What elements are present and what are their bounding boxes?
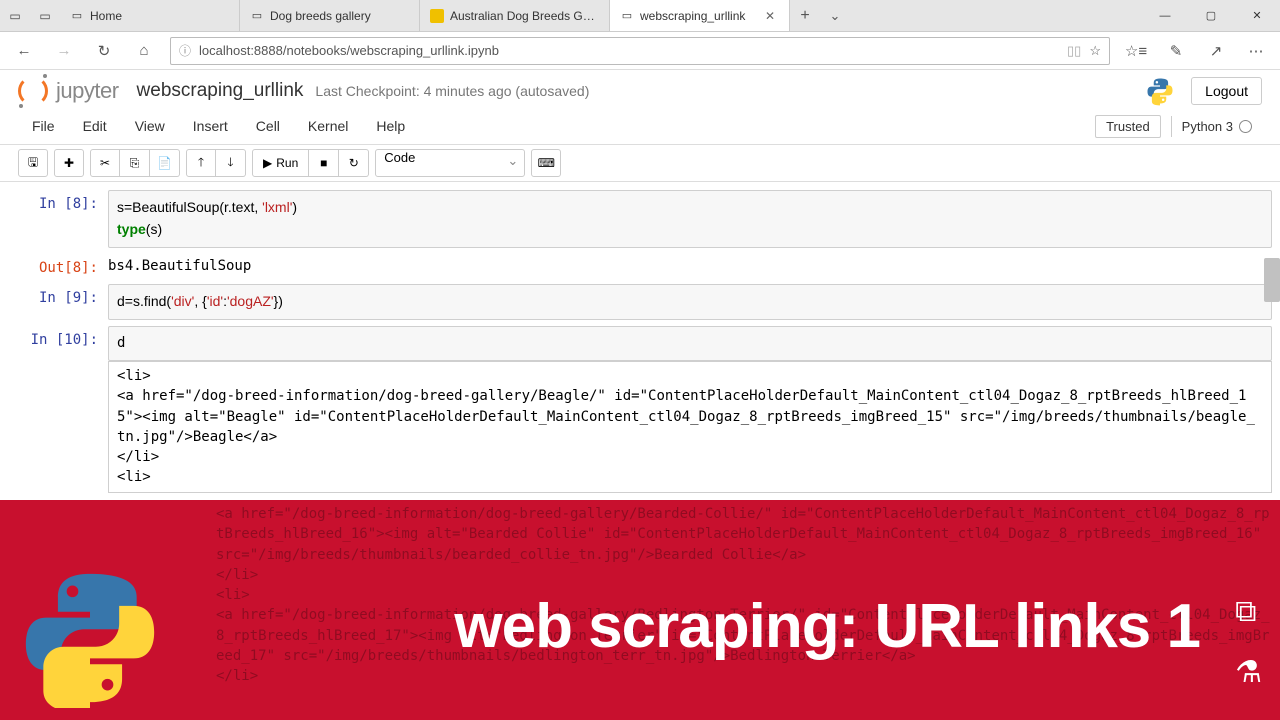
- back-button[interactable]: ←: [6, 34, 42, 68]
- copy-button[interactable]: ⎘: [120, 149, 150, 177]
- close-tab-icon[interactable]: ✕: [761, 9, 779, 23]
- checkpoint-text: Last Checkpoint: 4 minutes ago (autosave…: [315, 83, 589, 99]
- new-tab-button[interactable]: +: [790, 0, 820, 31]
- notebook-title[interactable]: webscraping_urllink: [137, 80, 304, 102]
- tab-label: Dog breeds gallery: [270, 9, 409, 23]
- browser-tabbar: ▭ ▭ ▭ Home ▭ Dog breeds gallery Australi…: [0, 0, 1280, 32]
- copy-icon: ⧉: [1235, 595, 1262, 629]
- info-icon: ⓘ: [179, 42, 191, 59]
- site-icon: [430, 9, 444, 23]
- tab-group-icon[interactable]: ▭: [0, 0, 30, 31]
- favorites-icon[interactable]: ☆≡: [1118, 34, 1154, 68]
- scrollbar-thumb[interactable]: [1264, 258, 1280, 302]
- share-icon[interactable]: ↗: [1198, 34, 1234, 68]
- page-icon: ▭: [620, 9, 634, 23]
- flask-icon: ⚗: [1235, 655, 1262, 690]
- reading-icon[interactable]: ▯▯: [1067, 43, 1081, 59]
- restart-button[interactable]: ↻: [339, 149, 369, 177]
- menu-kernel[interactable]: Kernel: [294, 112, 362, 140]
- code-cell-8[interactable]: In [8]: s=BeautifulSoup(r.text, 'lxml') …: [8, 190, 1272, 248]
- menu-cell[interactable]: Cell: [242, 112, 294, 140]
- tab-australian[interactable]: Australian Dog Breeds Galle: [420, 0, 610, 31]
- tab-label: webscraping_urllink: [640, 9, 755, 23]
- jupyter-logo[interactable]: jupyter: [18, 76, 119, 106]
- menu-bar: File Edit View Insert Cell Kernel Help T…: [0, 108, 1280, 145]
- page-icon: ▭: [70, 9, 84, 23]
- out-prompt: Out[8]:: [8, 254, 108, 278]
- stop-button[interactable]: ■: [309, 149, 339, 177]
- toolbar: 🖫 ✚ ✂ ⎘ 📄 🡑 🡓 ▶ Run ■ ↻ Code ⌨: [0, 145, 1280, 182]
- kernel-name: Python 3: [1182, 119, 1233, 134]
- cell-type-select[interactable]: Code: [375, 149, 525, 177]
- output-html: <li> <a href="/dog-breed-information/dog…: [108, 361, 1272, 493]
- jupyter-orb-icon: [18, 76, 48, 106]
- url-input[interactable]: ⓘ localhost:8888/notebooks/webscraping_u…: [170, 37, 1110, 65]
- banner-title: web scraping: URL links 1: [454, 591, 1200, 662]
- in-prompt: In [9]:: [8, 284, 108, 320]
- jupyter-header: jupyter webscraping_urllink Last Checkpo…: [0, 70, 1280, 108]
- menu-view[interactable]: View: [121, 112, 179, 140]
- forward-button[interactable]: →: [46, 34, 82, 68]
- window-maximize[interactable]: ▢: [1188, 0, 1234, 31]
- run-button[interactable]: ▶ Run: [252, 149, 309, 177]
- page-icon: ▭: [250, 9, 264, 23]
- menu-file[interactable]: File: [18, 112, 69, 140]
- run-label: Run: [276, 156, 298, 170]
- kernel-indicator[interactable]: Python 3: [1171, 116, 1262, 137]
- kernel-status-icon: [1239, 120, 1252, 133]
- address-bar: ← → ↻ ⌂ ⓘ localhost:8888/notebooks/websc…: [0, 32, 1280, 70]
- in-prompt: In [8]:: [8, 190, 108, 248]
- move-down-button[interactable]: 🡓: [216, 149, 246, 177]
- code-cell-9[interactable]: In [9]: d=s.find('div', {'id':'dogAZ'}): [8, 284, 1272, 320]
- tab-notebook-active[interactable]: ▭ webscraping_urllink ✕: [610, 0, 790, 31]
- python-logo-icon: [20, 568, 160, 708]
- window-close[interactable]: ✕: [1234, 0, 1280, 31]
- menu-edit[interactable]: Edit: [69, 112, 121, 140]
- tab-gallery[interactable]: ▭ Dog breeds gallery: [240, 0, 420, 31]
- more-icon[interactable]: ⋯: [1238, 34, 1274, 68]
- tab-label: Home: [90, 9, 229, 23]
- add-cell-button[interactable]: ✚: [54, 149, 84, 177]
- tab-label: Australian Dog Breeds Galle: [450, 9, 599, 23]
- code-cell-10[interactable]: In [10]: d <li> <a href="/dog-breed-info…: [8, 326, 1272, 493]
- cut-button[interactable]: ✂: [90, 149, 120, 177]
- in-prompt: In [10]:: [8, 326, 108, 493]
- menu-help[interactable]: Help: [362, 112, 419, 140]
- url-text: localhost:8888/notebooks/webscraping_url…: [199, 43, 1059, 58]
- tab-overflow-icon[interactable]: ⌄: [820, 0, 850, 31]
- home-button[interactable]: ⌂: [126, 34, 162, 68]
- tab-home[interactable]: ▭ Home: [60, 0, 240, 31]
- window-minimize[interactable]: —: [1142, 0, 1188, 31]
- python-kernel-icon: [1145, 76, 1175, 106]
- notes-icon[interactable]: ✎: [1158, 34, 1194, 68]
- trusted-badge[interactable]: Trusted: [1095, 115, 1161, 138]
- save-button[interactable]: 🖫: [18, 149, 48, 177]
- tab-group-icon[interactable]: ▭: [30, 0, 60, 31]
- move-up-button[interactable]: 🡑: [186, 149, 216, 177]
- code-input[interactable]: d=s.find('div', {'id':'dogAZ'}): [108, 284, 1272, 320]
- menu-insert[interactable]: Insert: [179, 112, 242, 140]
- jupyter-brand: jupyter: [56, 78, 119, 104]
- output-8: Out[8]: bs4.BeautifulSoup: [8, 254, 1272, 278]
- code-input[interactable]: s=BeautifulSoup(r.text, 'lxml') type(s): [108, 190, 1272, 248]
- logout-button[interactable]: Logout: [1191, 77, 1262, 105]
- paste-button[interactable]: 📄: [150, 149, 180, 177]
- output-text: bs4.BeautifulSoup: [108, 254, 1272, 278]
- notebook-area: In [8]: s=BeautifulSoup(r.text, 'lxml') …: [0, 182, 1280, 493]
- refresh-button[interactable]: ↻: [86, 34, 122, 68]
- code-input[interactable]: d: [108, 326, 1272, 361]
- favorite-icon[interactable]: ☆: [1089, 43, 1101, 59]
- command-palette-button[interactable]: ⌨: [531, 149, 561, 177]
